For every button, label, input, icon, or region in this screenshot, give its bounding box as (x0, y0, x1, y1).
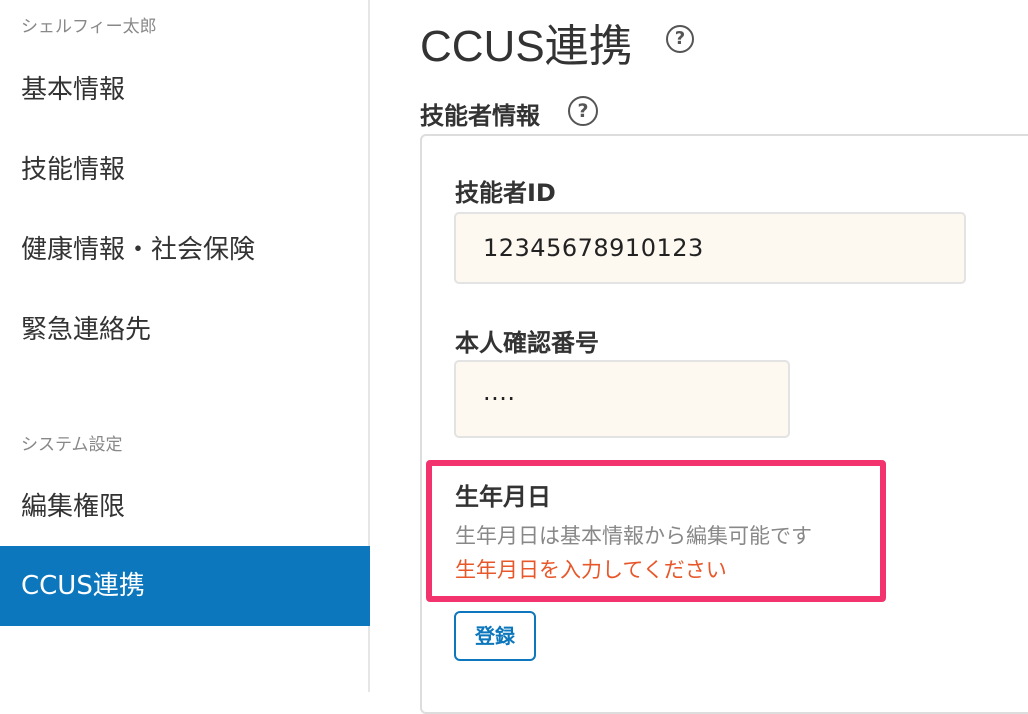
sidebar-item-emergency-contact[interactable]: 緊急連絡先 (0, 290, 370, 370)
sidebar-item-skill-info[interactable]: 技能情報 (0, 130, 370, 210)
sidebar-item-edit-permission[interactable]: 編集権限 (0, 467, 370, 547)
register-button[interactable]: 登録 (454, 611, 536, 661)
sidebar-item-ccus[interactable]: CCUS連携 (0, 546, 370, 626)
sidebar-system-section-label: システム設定 (21, 435, 123, 455)
sidebar-user-name: シェルフィー太郎 (21, 17, 157, 37)
question-circle-icon[interactable]: ? (666, 25, 694, 53)
sidebar-item-health-insurance[interactable]: 健康情報・社会保険 (0, 210, 370, 290)
technician-id-input[interactable] (454, 212, 966, 284)
question-circle-icon[interactable]: ? (568, 96, 598, 126)
sidebar-item-basic-info[interactable]: 基本情報 (0, 50, 370, 130)
technician-id-label: 技能者ID (455, 179, 556, 207)
verification-number-input[interactable] (454, 360, 790, 438)
birthday-error-message: 生年月日を入力してください (455, 558, 727, 582)
birthday-label: 生年月日 (455, 483, 551, 511)
section-title: 技能者情報 (420, 102, 540, 130)
sidebar: シェルフィー太郎 基本情報 技能情報 健康情報・社会保険 緊急連絡先 システム設… (0, 0, 370, 692)
main-content: CCUS連携 ? 技能者情報 ? 技能者ID 本人確認番号 生年月日 生年月日は… (370, 0, 1028, 714)
verification-number-label: 本人確認番号 (455, 329, 599, 357)
birthday-hint: 生年月日は基本情報から編集可能です (455, 524, 812, 548)
page-title: CCUS連携 (420, 22, 633, 71)
